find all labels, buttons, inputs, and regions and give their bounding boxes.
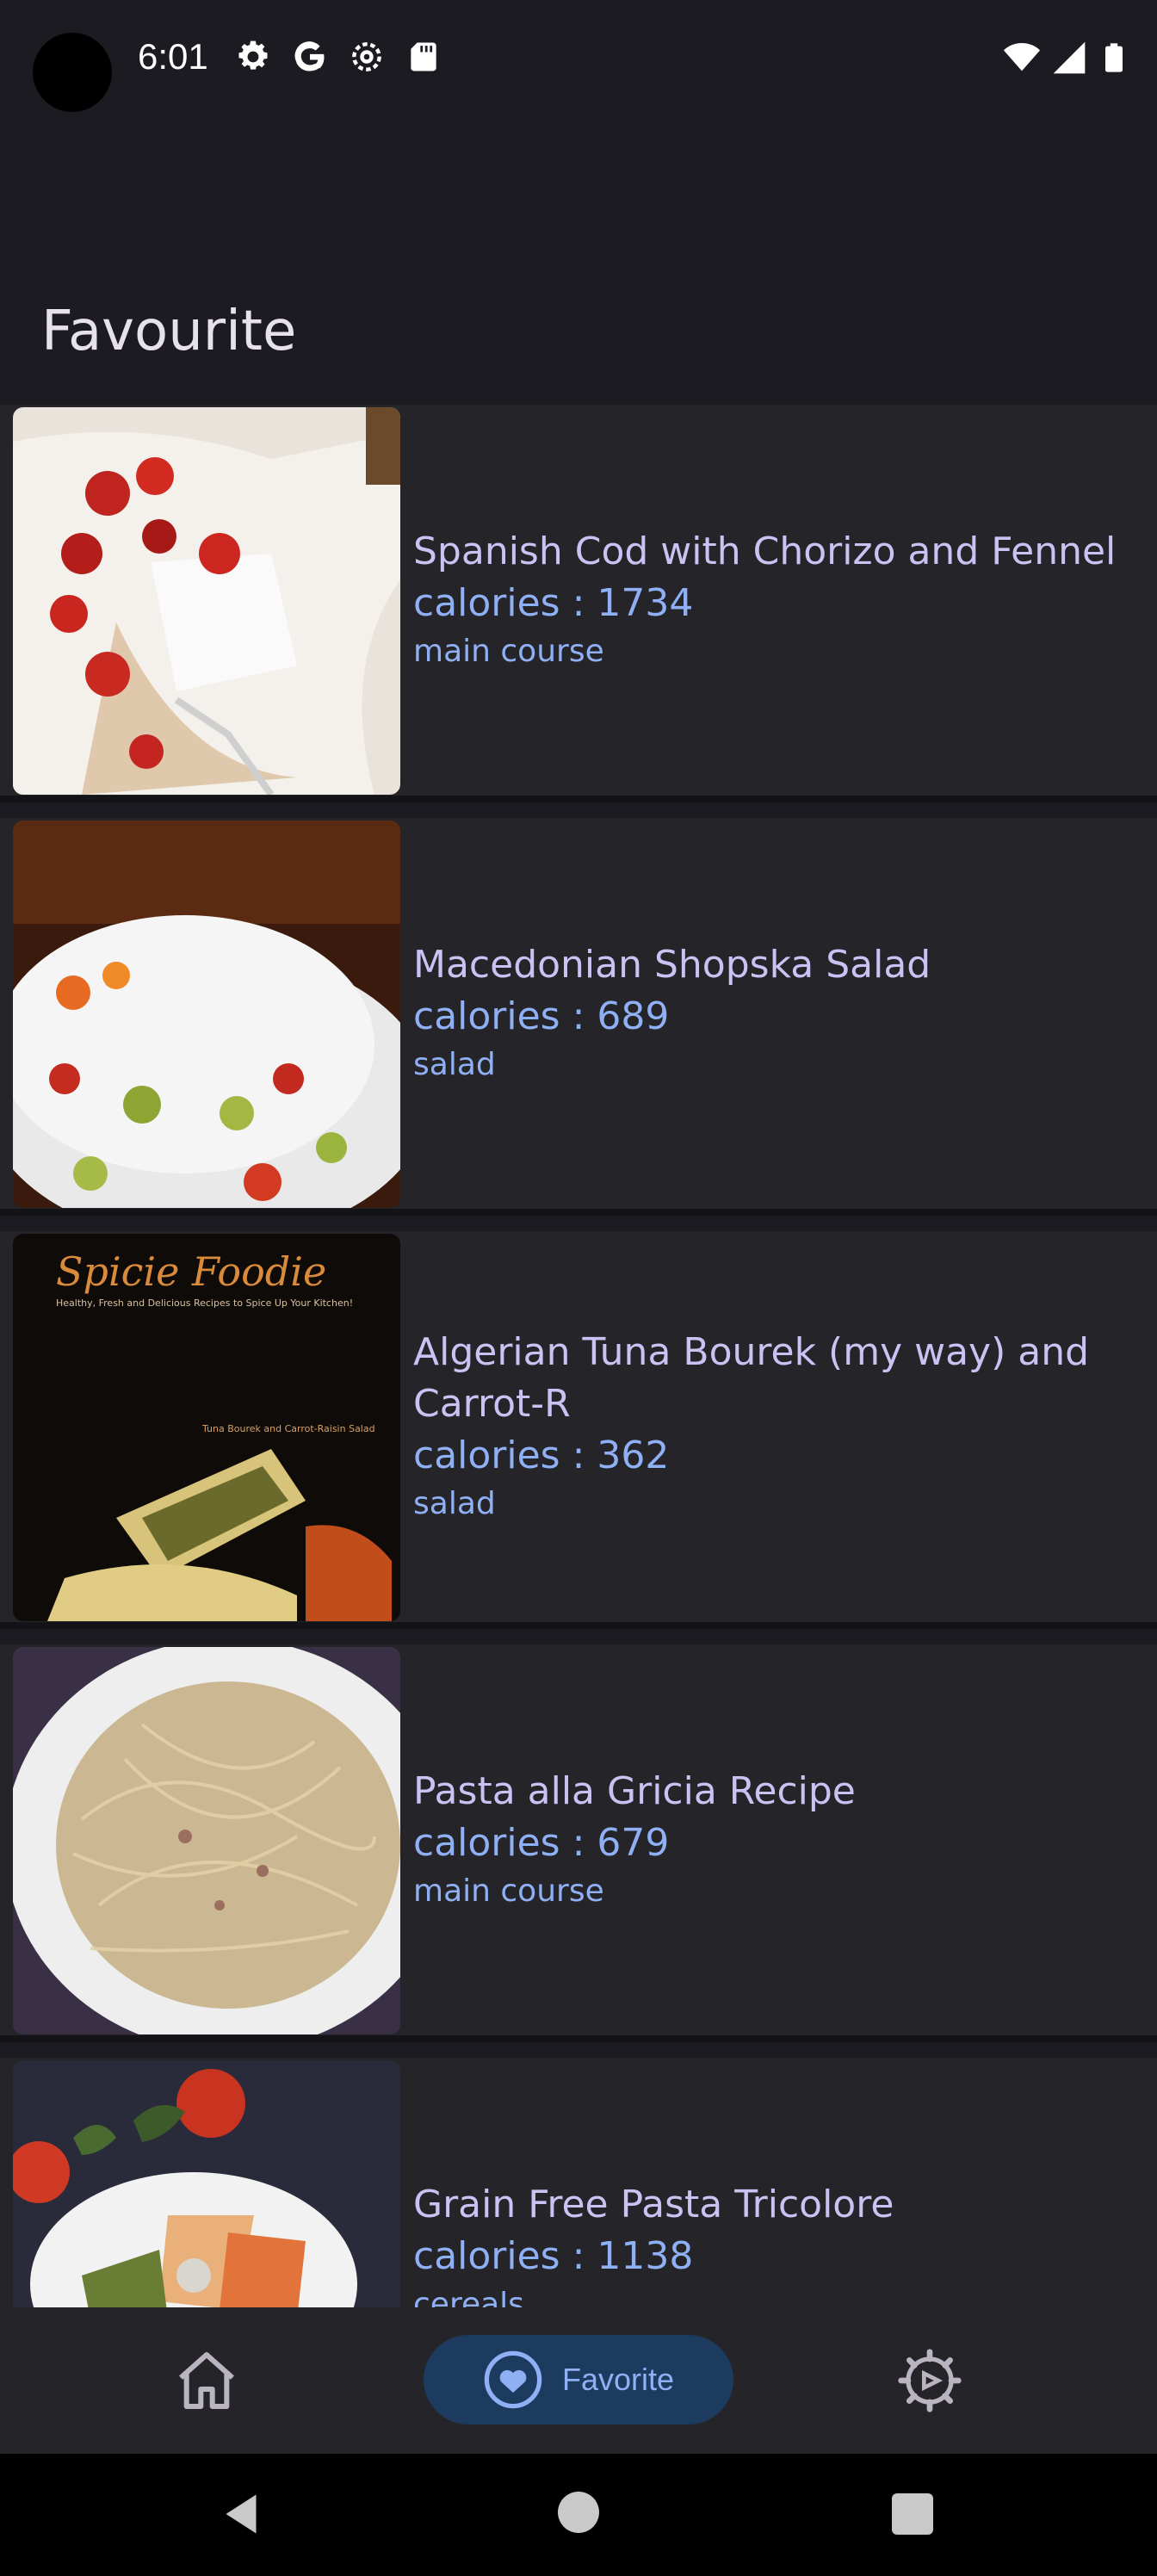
recipe-title: Grain Free Pasta Tricolore — [413, 2183, 894, 2226]
recipe-calories: calories : 689 — [413, 994, 670, 1038]
status-time: 6:01 — [138, 36, 208, 77]
svg-text:Healthy, Fresh and Delicious R: Healthy, Fresh and Delicious Recipes to … — [56, 1297, 353, 1309]
battery-icon — [1097, 38, 1131, 81]
nav-favorite-button[interactable]: Favorite — [424, 2335, 733, 2424]
recipe-calories: calories : 362 — [413, 1434, 670, 1477]
recipe-title: Spanish Cod with Chorizo and Fennel — [413, 529, 1117, 573]
recipe-info: Grain Free Pasta Tricolore calories : 11… — [413, 2058, 1123, 2307]
heart-icon — [484, 2350, 542, 2409]
home-circle-icon[interactable] — [558, 2492, 599, 2533]
recipe-image: Spicie Foodie Healthy, Fresh and Delicio… — [13, 1234, 400, 1621]
recipe-card[interactable]: Spicie Foodie Healthy, Fresh and Delicio… — [0, 1231, 1157, 1629]
recipe-card[interactable]: Grain Free Pasta Tricolore calories : 11… — [0, 2058, 1157, 2307]
recent-apps-icon[interactable] — [892, 2493, 933, 2535]
camera-cutout — [33, 33, 112, 112]
recipe-category: salad — [413, 1486, 496, 1521]
settings-alt-icon — [348, 38, 386, 76]
wifi-icon — [1002, 38, 1042, 81]
bottom-navigation: Favorite — [0, 2307, 1157, 2454]
notification-icons — [234, 38, 442, 76]
recipe-image — [13, 820, 400, 1208]
recipe-card[interactable]: Macedonian Shopska Salad calories : 689 … — [0, 818, 1157, 1216]
recipe-calories: calories : 679 — [413, 1821, 670, 1865]
google-icon — [291, 38, 329, 76]
recipe-category: cereals — [413, 2287, 524, 2307]
recipe-image — [13, 1647, 400, 2034]
settings-icon — [898, 2349, 962, 2412]
recipe-info: Macedonian Shopska Salad calories : 689 … — [413, 818, 1123, 1209]
recipe-title: Macedonian Shopska Salad — [413, 943, 931, 987]
recipe-category: main course — [413, 1873, 604, 1909]
nav-settings-button[interactable] — [887, 2342, 973, 2419]
system-status-icons — [1002, 38, 1131, 81]
nav-favorite-label: Favorite — [561, 2362, 675, 2397]
recipe-card[interactable]: Spanish Cod with Chorizo and Fennel calo… — [0, 405, 1157, 802]
recipe-category: main course — [413, 634, 604, 669]
recipe-image — [13, 407, 400, 795]
recipe-title: Algerian Tuna Bourek (my way) and Carrot… — [413, 1330, 1090, 1426]
svg-text:Tuna Bourek and Carrot-Raisin: Tuna Bourek and Carrot-Raisin Salad — [201, 1423, 375, 1434]
signal-icon — [1050, 39, 1088, 80]
recipe-calories: calories : 1734 — [413, 581, 694, 625]
recipe-category: salad — [413, 1047, 496, 1082]
nav-home-button[interactable] — [164, 2342, 250, 2419]
home-icon — [179, 2352, 234, 2409]
recipe-info: Algerian Tuna Bourek (my way) and Carrot… — [413, 1231, 1123, 1622]
recipe-info: Spanish Cod with Chorizo and Fennel calo… — [413, 405, 1123, 796]
system-navigation-bar — [0, 2454, 1157, 2576]
favourite-recipe-list[interactable]: Spanish Cod with Chorizo and Fennel calo… — [0, 405, 1157, 2307]
svg-text:Spicie Foodie: Spicie Foodie — [56, 1248, 326, 1295]
back-icon[interactable] — [215, 2488, 267, 2540]
status-bar: 6:01 — [0, 0, 1157, 121]
recipe-info: Pasta alla Gricia Recipe calories : 679 … — [413, 1644, 1123, 2035]
recipe-image — [13, 2060, 400, 2307]
sd-card-icon — [405, 38, 442, 76]
recipe-title: Pasta alla Gricia Recipe — [413, 1769, 856, 1813]
recipe-card[interactable]: Pasta alla Gricia Recipe calories : 679 … — [0, 1644, 1157, 2042]
recipe-calories: calories : 1138 — [413, 2234, 694, 2278]
settings-icon — [234, 38, 272, 76]
page-title: Favourite — [41, 300, 297, 363]
